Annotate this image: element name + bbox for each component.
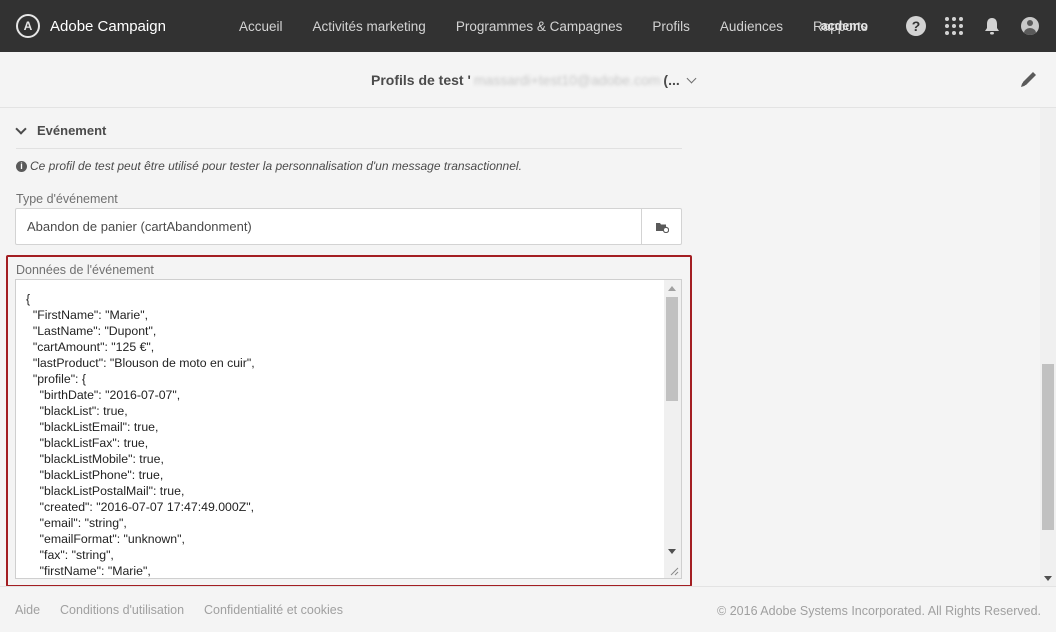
event-type-picker-button[interactable] (641, 209, 681, 244)
help-button[interactable]: ? (906, 16, 926, 36)
info-text: Ce profil de test peut être utilisé pour… (30, 159, 522, 173)
event-type-field[interactable]: Abandon de panier (cartAbandonment) (15, 208, 682, 245)
scroll-up-arrow-icon[interactable] (668, 286, 676, 291)
resize-grip-icon (670, 567, 679, 576)
scroll-down-arrow-icon[interactable] (668, 549, 676, 554)
app-logo[interactable]: A Adobe Campaign (16, 14, 216, 38)
textarea-scrollbar[interactable] (664, 280, 681, 578)
page-title-suffix: (... (663, 72, 680, 88)
page-header: Profils de test ' massardi+test10@adobe.… (0, 52, 1056, 108)
folder-picker-icon (655, 222, 669, 233)
apps-button[interactable] (944, 16, 964, 36)
page-title-prefix: Profils de test ' (371, 72, 471, 88)
main-nav: Accueil Activités marketing Programmes &… (224, 19, 883, 34)
page-title-email-blurred: massardi+test10@adobe.com (473, 72, 661, 88)
avatar (1021, 17, 1039, 35)
info-icon: i (16, 160, 27, 172)
event-data-textarea[interactable]: { "FirstName": "Marie", "LastName": "Dup… (15, 279, 682, 579)
textarea-scroll-thumb[interactable] (666, 297, 678, 401)
footer-link-confidentialite[interactable]: Confidentialité et cookies (204, 603, 343, 617)
event-data-content: { "FirstName": "Marie", "LastName": "Dup… (26, 292, 255, 578)
adobe-campaign-logo-icon: A (16, 14, 40, 38)
footer-link-conditions[interactable]: Conditions d'utilisation (60, 603, 184, 617)
page-scroll-thumb[interactable] (1042, 364, 1054, 530)
footer-link-aide[interactable]: Aide (15, 603, 40, 617)
apps-grid-icon (945, 17, 963, 35)
section-header-evenement[interactable]: Evénement (15, 122, 682, 149)
event-type-label: Type d'événement (16, 192, 118, 206)
app-name: Adobe Campaign (50, 17, 166, 35)
footer: Aide Conditions d'utilisation Confidenti… (0, 586, 1056, 632)
event-type-value: Abandon de panier (cartAbandonment) (27, 219, 252, 234)
main-content: Evénement i Ce profil de test peut être … (0, 109, 1040, 587)
textarea-resize-handle[interactable] (665, 562, 680, 577)
nav-item-programmes-campagnes[interactable]: Programmes & Campagnes (441, 19, 638, 34)
help-icon: ? (906, 16, 926, 36)
page-scrollbar[interactable] (1040, 108, 1056, 586)
copyright: © 2016 Adobe Systems Incorporated. All R… (717, 604, 1041, 618)
nav-item-profils[interactable]: Profils (637, 19, 705, 34)
pencil-icon (1021, 72, 1036, 87)
event-data-label: Données de l'événement (16, 263, 154, 277)
page-title[interactable]: Profils de test ' massardi+test10@adobe.… (371, 72, 697, 88)
info-message: i Ce profil de test peut être utilisé po… (16, 159, 522, 173)
footer-links: Aide Conditions d'utilisation Confidenti… (15, 603, 363, 617)
topbar-actions: acdemo ? (821, 0, 1040, 52)
nav-item-accueil[interactable]: Accueil (224, 19, 298, 34)
edit-button[interactable] (1018, 68, 1040, 90)
chevron-down-icon (15, 122, 27, 135)
top-navigation-bar: A Adobe Campaign Accueil Activités marke… (0, 0, 1056, 52)
bell-icon (985, 18, 999, 35)
user-name[interactable]: acdemo (821, 19, 868, 33)
section-title: Evénement (37, 123, 107, 138)
profile-button[interactable] (1020, 16, 1040, 36)
page-scroll-down-arrow-icon[interactable] (1044, 576, 1052, 581)
notifications-button[interactable] (982, 16, 1002, 36)
nav-item-audiences[interactable]: Audiences (705, 19, 798, 34)
nav-item-activites-marketing[interactable]: Activités marketing (298, 19, 441, 34)
chevron-down-icon (686, 73, 697, 83)
